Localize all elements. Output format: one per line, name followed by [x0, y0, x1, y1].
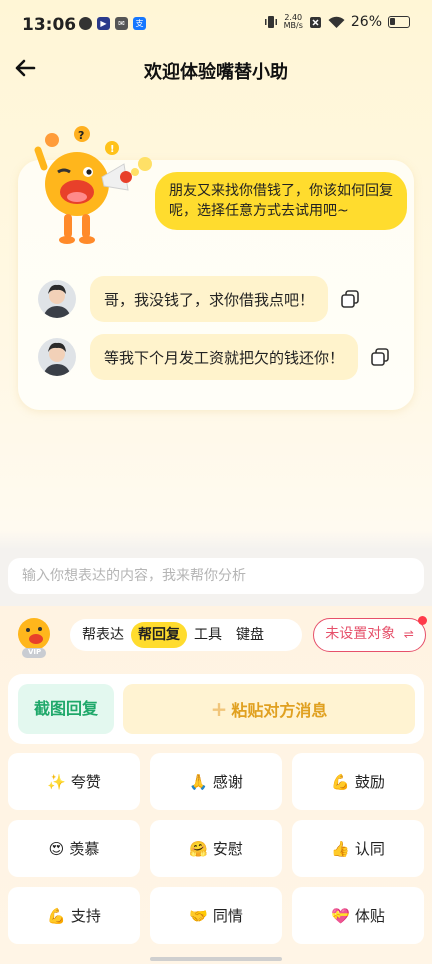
hug-icon: 🤗 — [189, 839, 208, 858]
muscle-icon: 💪 — [331, 772, 350, 791]
style-button-support[interactable]: 💪 支持 — [8, 887, 140, 944]
battery-percent: 26% — [350, 14, 382, 30]
style-label: 同情 — [212, 907, 243, 925]
muscle-icon: 💪 — [47, 906, 66, 925]
tab-express[interactable]: 帮表达 — [75, 622, 131, 648]
style-button-encourage[interactable]: 💪 鼓励 — [292, 753, 424, 810]
tab-tools[interactable]: 工具 — [187, 622, 229, 648]
vip-label: VIP — [28, 648, 42, 656]
sample-message-row: 等我下个月发工资就把欠的钱还你！ — [38, 334, 390, 380]
user-avatar — [38, 338, 76, 376]
sparkles-icon: ✨ — [47, 772, 66, 791]
wifi-icon — [328, 16, 345, 28]
svg-text:!: ! — [110, 144, 115, 155]
sample-message-row: 哥，我没钱了，求你借我点吧！ — [38, 276, 360, 322]
net-speed-unit: MB/s — [283, 21, 303, 30]
nav-bar: 欢迎体验嘴替小助 — [0, 50, 432, 90]
status-time: 13:06 — [22, 15, 77, 35]
set-target-label: 未设置对象 — [325, 626, 396, 642]
home-indicator[interactable] — [150, 957, 282, 961]
style-button-agree[interactable]: 👍 认同 — [292, 820, 424, 877]
user-avatar — [38, 280, 76, 318]
plus-icon: + — [210, 697, 228, 721]
net-speed: 2.40 MB/s — [284, 14, 303, 30]
style-button-sympathy[interactable]: 🤝 同情 — [150, 887, 282, 944]
action-card: 截图回复 + 粘贴对方消息 — [8, 674, 424, 744]
style-label: 鼓励 — [354, 773, 385, 791]
style-button-thanks[interactable]: 🙏 感谢 — [150, 753, 282, 810]
tab-keyboard[interactable]: 键盘 — [229, 622, 271, 648]
copy-icon[interactable] — [340, 289, 360, 309]
message-bubble: 哥，我没钱了，求你借我点吧！ — [90, 276, 329, 322]
tab-reply[interactable]: 帮回复 — [131, 622, 187, 648]
style-label: 支持 — [70, 907, 101, 925]
heart-gift-icon: 💝 — [331, 906, 350, 925]
svg-text:?: ? — [78, 129, 84, 142]
heart-eyes-icon: 😍 — [48, 839, 65, 858]
style-button-considerate[interactable]: 💝 体贴 — [292, 887, 424, 944]
page-title: 欢迎体验嘴替小助 — [144, 62, 288, 83]
screenshot-reply-button[interactable]: 截图回复 — [18, 684, 114, 734]
style-button-praise[interactable]: ✨ 夸赞 — [8, 753, 140, 810]
style-label: 认同 — [354, 840, 385, 858]
thumbs-up-icon: 👍 — [331, 839, 350, 858]
prompt-bubble: 朋友又来找你借钱了，你该如何回复呢，选择任意方式去试用吧~ — [155, 172, 407, 230]
notification-dot — [418, 616, 427, 625]
play-app-icon: ▶ — [97, 17, 110, 30]
style-button-comfort[interactable]: 🤗 安慰 — [150, 820, 282, 877]
mascot-illustration: ? ! — [34, 126, 152, 244]
no-sim-icon — [309, 16, 321, 28]
app-notification-icon — [79, 17, 92, 30]
content-input[interactable]: 输入你想表达的内容，我来帮你分析 — [8, 558, 424, 594]
mail-app-icon: ✉ — [115, 17, 128, 30]
copy-icon[interactable] — [370, 347, 390, 367]
style-button-envy[interactable]: 😍 羡慕 — [8, 820, 140, 877]
message-bubble: 等我下个月发工资就把欠的钱还你！ — [90, 334, 359, 380]
battery-icon — [388, 16, 410, 28]
paste-message-label: 粘贴对方消息 — [231, 701, 328, 720]
pray-icon: 🙏 — [189, 772, 208, 791]
status-right: 2.40 MB/s 26% — [264, 14, 410, 30]
handshake-icon: 🤝 — [189, 906, 208, 925]
alipay-app-icon: 支 — [133, 17, 146, 30]
vibrate-icon — [264, 16, 277, 28]
set-target-button[interactable]: 未设置对象 ⇌ — [313, 616, 427, 652]
status-bar: 13:06 ▶ ✉ 支 2.40 MB/s 26% — [0, 0, 432, 50]
style-label: 羡慕 — [69, 840, 100, 858]
notification-icons: ▶ ✉ 支 — [79, 17, 146, 30]
vip-avatar[interactable]: VIP — [14, 616, 54, 658]
mode-tabs: 帮表达 帮回复 工具 键盘 — [70, 619, 302, 651]
paste-message-button[interactable]: + 粘贴对方消息 — [123, 684, 415, 734]
swap-icon: ⇌ — [403, 627, 414, 641]
style-label: 夸赞 — [70, 773, 101, 791]
style-label: 体贴 — [354, 907, 385, 925]
style-label: 感谢 — [212, 773, 243, 791]
style-label: 安慰 — [212, 840, 243, 858]
